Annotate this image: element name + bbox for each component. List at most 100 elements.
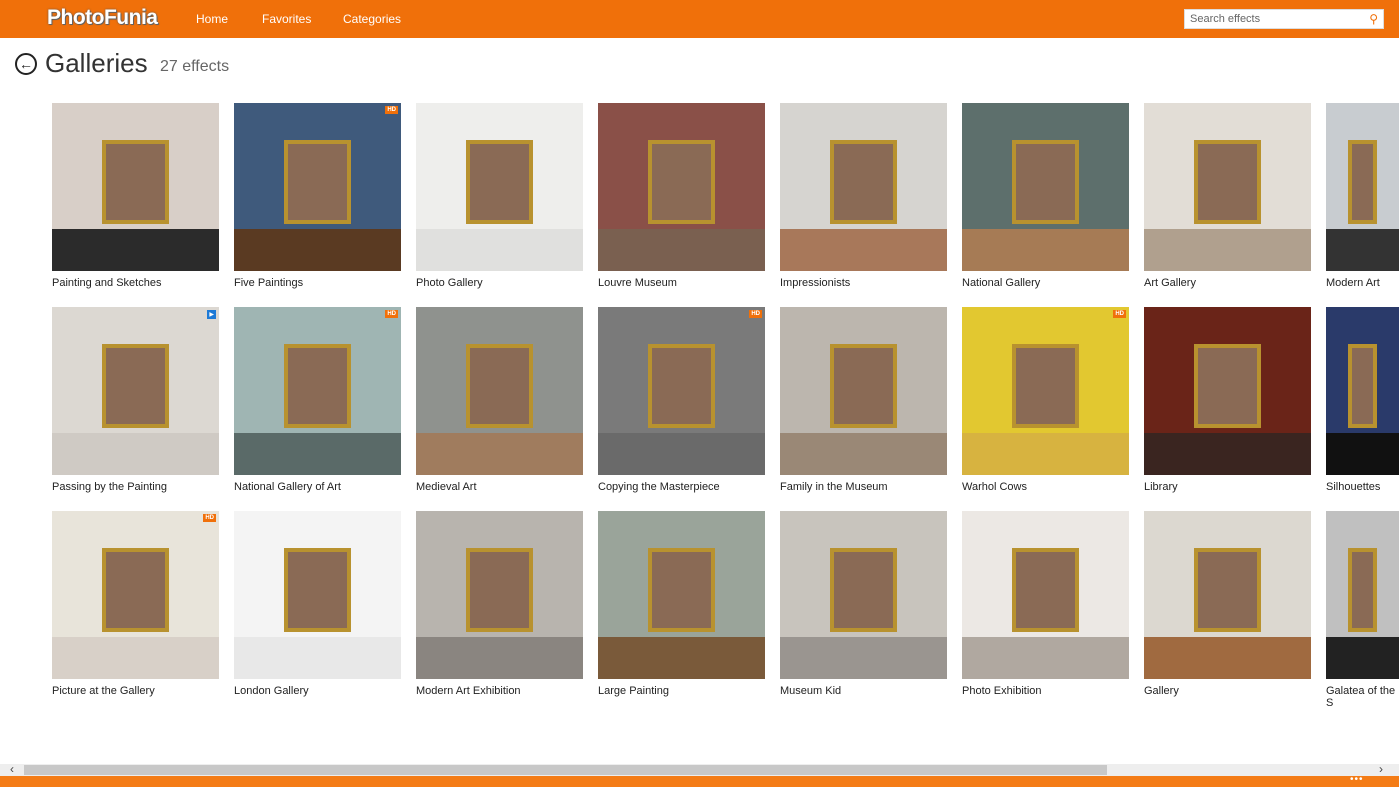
effect-tile[interactable]: Galatea of the S (1326, 511, 1399, 709)
effect-tile[interactable]: Medieval Art (416, 307, 583, 493)
effect-thumbnail[interactable] (780, 103, 947, 271)
effect-tile[interactable]: HD Warhol Cows (962, 307, 1129, 493)
portrait-frame (284, 343, 351, 428)
effect-thumbnail[interactable] (598, 103, 765, 271)
effect-thumbnail[interactable] (416, 103, 583, 271)
effect-thumbnail[interactable]: HD (52, 511, 219, 679)
thumbnail-floor (234, 433, 401, 475)
effect-thumbnail[interactable] (234, 511, 401, 679)
portrait-frame (1012, 547, 1079, 632)
effect-thumbnail[interactable]: HD (962, 307, 1129, 475)
effect-thumbnail[interactable] (416, 511, 583, 679)
effect-label: Medieval Art (416, 481, 477, 493)
effect-thumbnail[interactable]: HD (234, 307, 401, 475)
effect-label: Five Paintings (234, 277, 304, 289)
effect-thumbnail[interactable] (1144, 103, 1311, 271)
portrait-frame (284, 139, 351, 224)
effect-tile[interactable]: Photo Exhibition (962, 511, 1129, 697)
thumbnail-floor (52, 637, 219, 679)
effect-tile[interactable]: Painting and Sketches (52, 103, 219, 289)
effect-thumbnail[interactable] (962, 511, 1129, 679)
nav-favorites[interactable]: Favorites (262, 12, 311, 26)
effect-tile[interactable]: Gallery (1144, 511, 1311, 697)
portrait-frame (102, 547, 169, 632)
effect-tile[interactable]: Modern Art (1326, 103, 1399, 289)
thumbnail-floor (598, 637, 765, 679)
effect-tile[interactable]: Large Painting (598, 511, 765, 697)
top-app-bar: PhotoFunia Home Favorites Categories Sea… (0, 0, 1399, 38)
effect-tile[interactable]: HD Five Paintings (234, 103, 401, 289)
scrollbar-thumb[interactable] (24, 765, 1107, 775)
effect-thumbnail[interactable] (1144, 511, 1311, 679)
effect-label: Silhouettes (1326, 481, 1381, 493)
effect-label: Library (1144, 481, 1178, 493)
effect-thumbnail[interactable] (1326, 511, 1399, 679)
portrait-frame (1194, 547, 1261, 632)
effect-label: Photo Gallery (416, 277, 483, 289)
hd-badge: HD (749, 310, 762, 318)
effect-tile[interactable]: HD Picture at the Gallery (52, 511, 219, 697)
thumbnail-floor (416, 433, 583, 475)
hd-badge: HD (203, 514, 216, 522)
portrait-frame (830, 343, 897, 428)
hd-badge: HD (385, 310, 398, 318)
portrait-frame (1347, 139, 1378, 224)
effect-tile[interactable]: HD National Gallery of Art (234, 307, 401, 493)
thumbnail-floor (416, 637, 583, 679)
thumbnail-floor (1326, 229, 1399, 271)
effect-tile[interactable]: Silhouettes (1326, 307, 1399, 493)
portrait-frame (284, 547, 351, 632)
effect-tile[interactable]: Photo Gallery (416, 103, 583, 289)
portrait-frame (102, 343, 169, 428)
back-arrow-icon[interactable]: ← (15, 53, 37, 75)
effect-tile[interactable]: Museum Kid (780, 511, 947, 697)
effect-tile[interactable]: ▶ Passing by the Painting (52, 307, 219, 493)
effect-thumbnail[interactable] (1326, 307, 1399, 475)
nav-categories[interactable]: Categories (343, 12, 401, 26)
effect-thumbnail[interactable]: ▶ (52, 307, 219, 475)
effect-thumbnail[interactable] (52, 103, 219, 271)
effect-thumbnail[interactable] (1326, 103, 1399, 271)
effect-tile[interactable]: Louvre Museum (598, 103, 765, 289)
effect-label: National Gallery of Art (234, 481, 341, 493)
effect-thumbnail[interactable] (1144, 307, 1311, 475)
nav-home[interactable]: Home (196, 12, 228, 26)
effect-thumbnail[interactable] (780, 307, 947, 475)
photofunia-logo[interactable]: PhotoFunia (47, 6, 158, 30)
portrait-frame (830, 547, 897, 632)
portrait-frame (1012, 343, 1079, 428)
effect-label: Modern Art Exhibition (416, 685, 521, 697)
effect-label: Impressionists (780, 277, 851, 289)
effect-label: Modern Art (1326, 277, 1380, 289)
effect-thumbnail[interactable]: HD (234, 103, 401, 271)
effect-thumbnail[interactable] (780, 511, 947, 679)
effect-tile[interactable]: Family in the Museum (780, 307, 947, 493)
effect-tile[interactable]: Impressionists (780, 103, 947, 289)
hd-badge: HD (1113, 310, 1126, 318)
scroll-left-icon[interactable]: ‹ (10, 762, 14, 776)
scroll-right-icon[interactable]: › (1379, 762, 1383, 776)
portrait-frame (1012, 139, 1079, 224)
search-input[interactable]: Search effects ⚲ (1184, 9, 1384, 29)
effect-tile[interactable]: Art Gallery (1144, 103, 1311, 289)
effect-label: Passing by the Painting (52, 481, 167, 493)
effect-label: Picture at the Gallery (52, 685, 155, 697)
effect-label: London Gallery (234, 685, 309, 697)
effect-tile[interactable]: London Gallery (234, 511, 401, 697)
effect-label: Art Gallery (1144, 277, 1196, 289)
thumbnail-floor (1144, 433, 1311, 475)
more-options-icon[interactable]: ••• (1350, 774, 1364, 785)
effect-thumbnail[interactable] (598, 511, 765, 679)
effect-tile[interactable]: Modern Art Exhibition (416, 511, 583, 697)
search-icon[interactable]: ⚲ (1369, 12, 1378, 26)
effect-tile[interactable]: Library (1144, 307, 1311, 493)
portrait-frame (466, 139, 533, 224)
effect-tile[interactable]: HD Copying the Masterpiece (598, 307, 765, 493)
effect-thumbnail[interactable] (962, 103, 1129, 271)
effect-thumbnail[interactable]: HD (598, 307, 765, 475)
portrait-frame (1194, 343, 1261, 428)
effect-thumbnail[interactable] (416, 307, 583, 475)
portrait-frame (1347, 547, 1378, 632)
portrait-frame (1194, 139, 1261, 224)
effect-tile[interactable]: National Gallery (962, 103, 1129, 289)
